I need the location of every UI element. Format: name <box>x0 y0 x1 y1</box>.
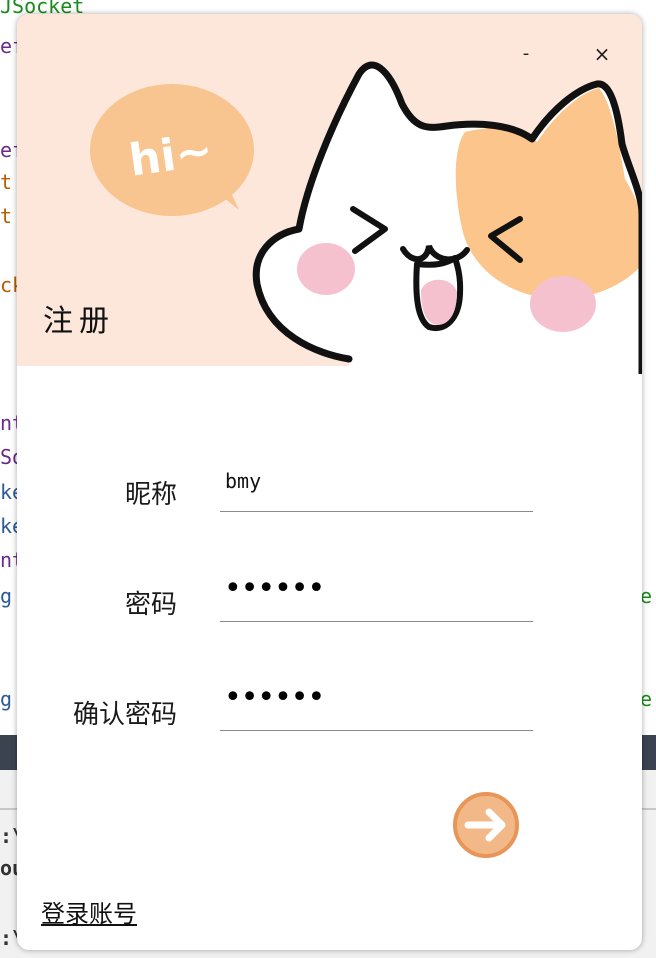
minimize-button[interactable]: - <box>514 42 538 66</box>
submit-button[interactable] <box>451 790 521 860</box>
register-dialog: hi~ - × 注册 昵称 bmy 密码 •••••• 确认密码 •••••• … <box>17 14 642 950</box>
confirm-password-field[interactable]: •••••• <box>220 680 533 731</box>
password-field[interactable]: •••••• <box>220 571 533 622</box>
code-line: g <box>0 687 13 711</box>
code-line: t <box>0 204 13 228</box>
nickname-field[interactable]: bmy <box>220 461 533 512</box>
login-account-link[interactable]: 登录账号 <box>41 894 137 929</box>
cat-face <box>252 61 642 374</box>
nickname-label: 昵称 <box>124 480 177 510</box>
arrow-right-icon <box>453 792 519 858</box>
code-line: t <box>0 170 13 194</box>
page-title: 注册 <box>43 304 115 339</box>
code-line: g <box>0 584 13 608</box>
confirm-password-label: 确认密码 <box>72 700 177 730</box>
confirm-password-value: •••••• <box>224 680 325 715</box>
close-button[interactable]: × <box>590 42 614 66</box>
nickname-value: bmy <box>225 469 262 493</box>
password-value: •••••• <box>224 571 325 606</box>
password-label: 密码 <box>124 590 177 620</box>
speech-bubble: hi~ <box>90 84 254 216</box>
